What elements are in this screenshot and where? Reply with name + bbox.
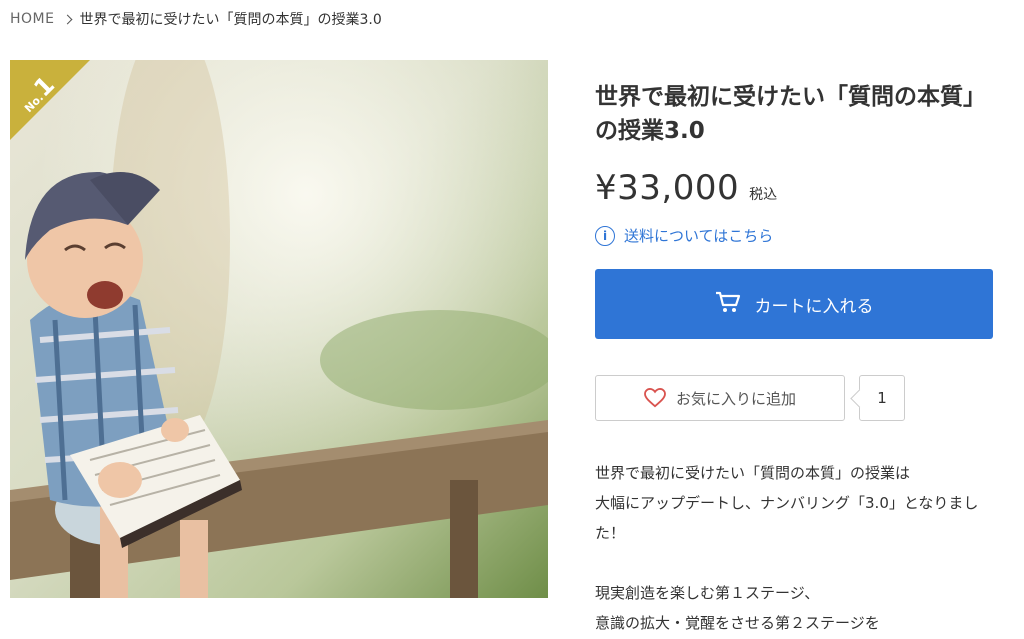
product-image[interactable]: No.1 (10, 60, 548, 598)
favorite-count-value: 1 (877, 389, 887, 407)
product-title: 世界で最初に受けたい「質問の本質」の授業3.0 (595, 84, 986, 144)
price-row: ¥33,000 税込 (595, 168, 777, 208)
description-line: た！ (595, 524, 626, 542)
tax-label: 税込 (749, 187, 778, 203)
description-line: 大幅にアップデートし、ナンバリング「3.0」となりまし (595, 494, 979, 512)
info-icon: i (595, 225, 615, 246)
product-description: 世界で最初に受けたい「質問の本質」の授業は 大幅にアップデートし、ナンバリング「… (595, 458, 1015, 638)
chevron-right-icon (63, 14, 73, 24)
cart-icon (715, 291, 741, 318)
add-to-favorites-button[interactable]: お気に入りに追加 (595, 375, 845, 421)
ranking-badge: No.1 (10, 60, 90, 140)
add-to-cart-button[interactable]: カートに入れる (595, 269, 993, 339)
product-price: ¥33,000 (595, 168, 740, 208)
favorite-count: 1 (859, 375, 905, 421)
breadcrumb-home-link[interactable]: HOME (10, 11, 54, 27)
description-line: 世界で最初に受けたい「質問の本質」の授業は (595, 464, 911, 482)
cart-button-label: カートに入れる (754, 296, 874, 316)
favorite-button-label: お気に入りに追加 (675, 390, 796, 408)
shipping-link-text: 送料についてはこちら (624, 227, 774, 245)
heart-icon (644, 388, 666, 408)
description-line: 現実創造を楽しむ第１ステージ、 (595, 584, 820, 602)
breadcrumb: HOME 世界で最初に受けたい「質問の本質」の授業3.0 (10, 9, 382, 29)
breadcrumb-current: 世界で最初に受けたい「質問の本質」の授業3.0 (79, 12, 382, 28)
product-photo (10, 60, 548, 598)
shipping-info-link[interactable]: i 送料についてはこちら (595, 225, 773, 246)
description-line: 意識の拡大・覚醒をさせる第２ステージを (595, 614, 880, 632)
